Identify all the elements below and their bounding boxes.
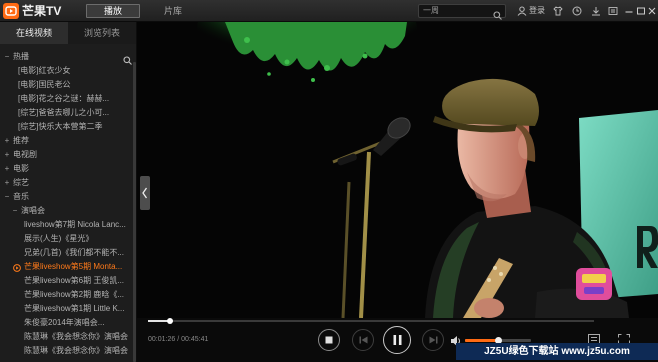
list-item-label: 芒果liveshow第1期 Little K...: [24, 304, 125, 313]
tree-group-recommend[interactable]: + 推荐: [0, 134, 132, 148]
list-item-label: 陈慧琳《我会想念你》演唱会...: [24, 332, 128, 341]
tree-group-variety[interactable]: + 综艺: [0, 176, 132, 190]
list-item-label: [电影]花之谷之谜：赫赫...: [18, 94, 110, 103]
fullscreen-icon[interactable]: [618, 331, 630, 344]
list-item[interactable]: 芒果liveshow第1期 Little K...: [0, 302, 132, 316]
tree-label: 演唱会: [21, 206, 45, 215]
volume-slider[interactable]: [465, 337, 531, 344]
minimize-icon[interactable]: [624, 6, 634, 16]
tree-label: 音乐: [13, 192, 29, 201]
user-icon[interactable]: [517, 6, 527, 16]
previous-button[interactable]: [352, 329, 374, 351]
list-item[interactable]: 芒果liveshow第2期 鹿晗《...: [0, 288, 132, 302]
list-item-label: [电影]国民老公: [18, 80, 71, 89]
collapse-toggle[interactable]: −: [11, 204, 19, 218]
progress-bar[interactable]: [148, 318, 594, 324]
list-item-label: liveshow第7期 Nicola Lanc...: [24, 220, 126, 229]
tree-label: 综艺: [13, 178, 29, 187]
tree-label: 电视剧: [13, 150, 37, 159]
tree-label: 热播: [13, 52, 29, 61]
skin-icon[interactable]: [553, 6, 563, 16]
chevron-left-icon: [142, 187, 148, 199]
list-item[interactable]: [电影]红衣少女: [0, 64, 132, 78]
search-input[interactable]: 一周: [423, 5, 439, 17]
list-item-label: [综艺]快乐大本营第二季: [18, 122, 103, 131]
collapse-toggle[interactable]: −: [3, 50, 11, 64]
list-item[interactable]: 兄弟(几首)《我们都不能不...: [0, 246, 132, 260]
tree-group-tv-series[interactable]: + 电视剧: [0, 148, 132, 162]
list-item[interactable]: 陈慧琳《我会想念你》演唱会...: [0, 344, 132, 358]
search-box[interactable]: 一周: [418, 4, 506, 20]
tree-group-music[interactable]: − 音乐: [0, 190, 132, 204]
time-current: 00:01:26: [148, 336, 176, 343]
list-item-label: 展示(人生)《星光》: [24, 234, 94, 243]
list-item[interactable]: 朱俊豪2014年演唱会...: [0, 316, 132, 330]
collapse-toggle[interactable]: −: [3, 190, 11, 204]
history-icon[interactable]: [572, 6, 582, 16]
list-item[interactable]: 芒果liveshow第6期 王俊凯...: [0, 274, 132, 288]
list-item[interactable]: 陈慧琳《我会想念你》演唱会...: [0, 330, 132, 344]
list-item-label: [电影]红衣少女: [18, 66, 71, 75]
expand-toggle[interactable]: +: [3, 162, 11, 176]
app-title: 芒果TV: [22, 4, 62, 18]
list-item[interactable]: liveshow第7期 Nicola Lanc...: [0, 218, 132, 232]
video-frame: [137, 22, 658, 318]
tab-browse-list[interactable]: 浏览列表: [68, 22, 136, 44]
tab-online-video[interactable]: 在线视频: [0, 22, 68, 44]
tree-group-hot[interactable]: − 热播: [0, 50, 132, 64]
time-separator: /: [177, 336, 180, 343]
video-area[interactable]: [137, 22, 658, 318]
title-bar: 芒果TV 播放 片库 一周 登录: [0, 0, 658, 22]
stop-button[interactable]: [318, 329, 340, 351]
list-item[interactable]: [电影]国民老公: [0, 78, 132, 92]
collapse-sidebar-button[interactable]: [140, 176, 150, 210]
expand-toggle[interactable]: +: [3, 148, 11, 162]
expand-toggle[interactable]: +: [3, 176, 11, 190]
list-item-label: 兄弟(几首)《我们都不能不...: [24, 248, 124, 257]
volume-level: [465, 339, 498, 342]
playlist-icon[interactable]: [588, 331, 600, 344]
pause-icon: [393, 335, 401, 345]
download-icon[interactable]: [591, 6, 601, 16]
list-item-label: 朱俊豪2014年演唱会...: [24, 318, 105, 327]
sidebar-scrollbar[interactable]: [133, 62, 136, 362]
list-item-label: 芒果liveshow第6期 王俊凯...: [24, 276, 125, 285]
close-icon[interactable]: [647, 6, 657, 16]
login-link[interactable]: 登录: [529, 4, 545, 18]
list-item-label: 芒果liveshow第5期 Monta...: [24, 262, 123, 271]
previous-icon: [359, 336, 367, 344]
list-item[interactable]: [综艺]快乐大本营第二季: [0, 120, 132, 134]
next-button[interactable]: [422, 329, 444, 351]
list-item[interactable]: 展示(人生)《星光》: [0, 232, 132, 246]
logo-icon[interactable]: [3, 3, 19, 19]
tab-library[interactable]: 片库: [146, 4, 200, 18]
list-item-label: 陈慧琳《我会想念你》演唱会...: [24, 346, 128, 355]
tree-group-movies[interactable]: + 电影: [0, 162, 132, 176]
list-item-label: [综艺]爸爸去哪儿之小可...: [18, 108, 110, 117]
player-window: 芒果TV 播放 片库 一周 登录 在线视频 浏览列表 − 热播 [电影]红衣少女…: [0, 0, 658, 362]
play-circle-icon: [13, 263, 21, 272]
time-display: 00:01:26 / 00:45:41: [148, 335, 208, 345]
list-item[interactable]: [电影]花之谷之谜：赫赫...: [0, 92, 132, 106]
list-item[interactable]: [综艺]爸爸去哪儿之小可...: [0, 106, 132, 120]
expand-toggle[interactable]: +: [3, 134, 11, 148]
tree-label: 推荐: [13, 136, 29, 145]
tree-group-concerts[interactable]: − 演唱会: [0, 204, 132, 218]
play-pause-button[interactable]: [383, 326, 411, 354]
next-icon: [429, 336, 437, 344]
list-item-now-playing[interactable]: 芒果liveshow第5期 Monta...: [0, 260, 132, 274]
list-item-label: 芒果liveshow第2期 鹿晗《...: [24, 290, 125, 299]
progress-knob[interactable]: [167, 318, 174, 324]
tree-label: 电影: [13, 164, 29, 173]
time-total: 00:45:41: [181, 336, 209, 343]
menu-icon[interactable]: [608, 6, 618, 16]
stop-icon: [325, 336, 333, 344]
sidebar: 在线视频 浏览列表 − 热播 [电影]红衣少女 [电影]国民老公 [电影]花之谷…: [0, 22, 137, 362]
tab-play[interactable]: 播放: [86, 4, 140, 18]
maximize-icon[interactable]: [636, 6, 646, 16]
watermark: JZ5U绿色下载站 www.jz5u.com: [456, 343, 658, 360]
